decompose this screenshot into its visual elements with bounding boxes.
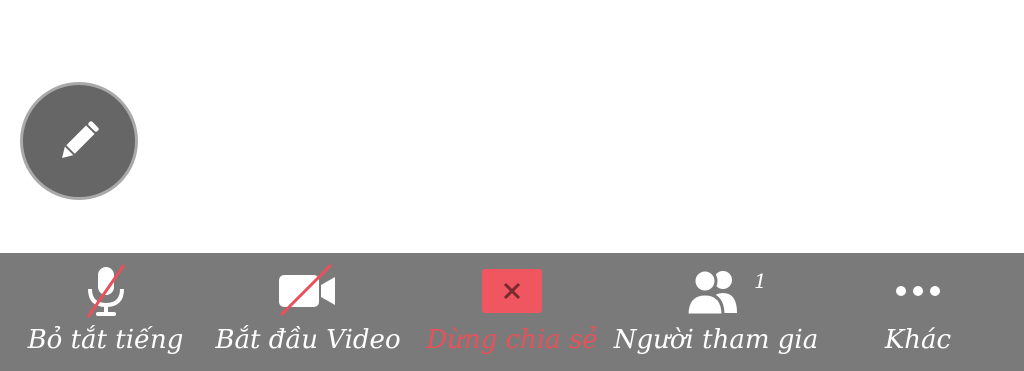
start-video-button[interactable]: Bắt đầu Video [208,253,408,371]
meeting-toolbar: Bỏ tắt tiếng Bắt đầu Video Dừng chia sẻ … [0,253,1024,371]
pencil-icon [62,121,99,158]
stop-share-icon [482,269,542,313]
stop-share-button[interactable]: Dừng chia sẻ [422,253,602,371]
microphone-muted-icon [86,264,125,318]
more-dots-icon [896,286,940,296]
start-video-label: Bắt đầu Video [215,325,401,355]
participants-icon [685,268,737,317]
more-button[interactable]: Khác [858,253,978,371]
unmute-label: Bỏ tắt tiếng [27,325,184,355]
unmute-button[interactable]: Bỏ tắt tiếng [18,253,193,371]
video-camera-off-icon [279,263,335,317]
participants-label: Người tham gia [613,325,819,355]
participants-button[interactable]: 1 Người tham gia [612,253,820,371]
meeting-screen: Bỏ tắt tiếng Bắt đầu Video Dừng chia sẻ … [0,0,1024,371]
participant-count-badge: 1 [754,269,767,293]
stop-share-label: Dừng chia sẻ [426,325,598,355]
more-label: Khác [884,325,952,355]
annotate-button[interactable] [20,82,138,200]
